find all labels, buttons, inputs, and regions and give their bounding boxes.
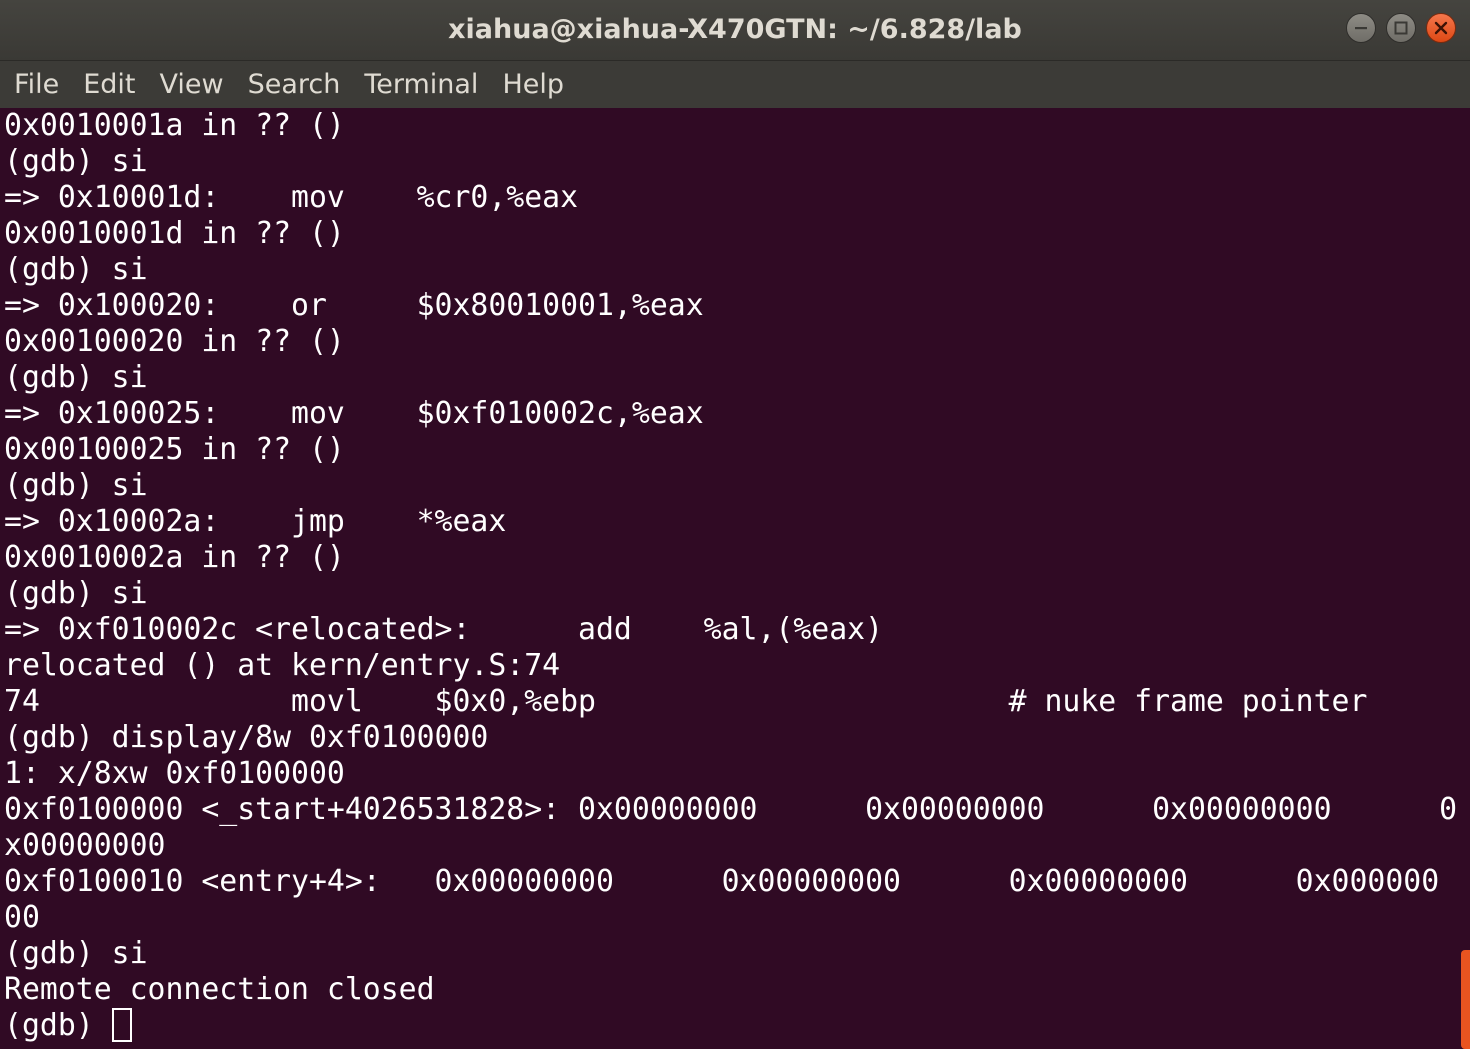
terminal-window: xiahua@xiahua-X470GTN: ~/6.828/lab File … bbox=[0, 0, 1470, 1049]
scrollbar[interactable] bbox=[1458, 108, 1470, 1049]
terminal-line: (gdb) si bbox=[4, 144, 148, 179]
prompt-line[interactable]: (gdb) bbox=[4, 1008, 1458, 1044]
terminal-line: 0x0010001a in ?? () bbox=[4, 108, 345, 143]
menu-help[interactable]: Help bbox=[490, 61, 576, 108]
terminal-line: => 0x10001d: mov %cr0,%eax bbox=[4, 180, 579, 215]
minimize-icon bbox=[1355, 27, 1367, 30]
window-title: xiahua@xiahua-X470GTN: ~/6.828/lab bbox=[448, 14, 1022, 45]
terminal-line: => 0xf010002c <relocated>: add %al,(%eax… bbox=[4, 612, 884, 647]
terminal-line: (gdb) si bbox=[4, 936, 148, 971]
menu-file[interactable]: File bbox=[2, 61, 71, 108]
terminal-output[interactable]: 0x0010001a in ?? () (gdb) si => 0x10001d… bbox=[0, 108, 1458, 1049]
terminal-line: 74 movl $0x0,%ebp # nuke frame pointer bbox=[4, 684, 1368, 719]
terminal-line: 0x0010002a in ?? () bbox=[4, 540, 345, 575]
close-button[interactable] bbox=[1426, 13, 1456, 43]
terminal-line: 0x0010001d in ?? () bbox=[4, 216, 345, 251]
menu-view[interactable]: View bbox=[147, 61, 235, 108]
close-icon bbox=[1434, 21, 1448, 35]
maximize-button[interactable] bbox=[1386, 13, 1416, 43]
text-cursor bbox=[111, 1008, 132, 1042]
terminal-line: x00000000 bbox=[4, 828, 166, 863]
menu-search[interactable]: Search bbox=[236, 61, 353, 108]
terminal-line: Remote connection closed bbox=[4, 972, 435, 1007]
terminal-line: (gdb) si bbox=[4, 360, 148, 395]
menu-bar: File Edit View Search Terminal Help bbox=[0, 61, 1470, 108]
terminal-line: 0xf0100000 <_start+4026531828>: 0x000000… bbox=[4, 792, 1458, 827]
terminal-line: => 0x100025: mov $0xf010002c,%eax bbox=[4, 396, 704, 431]
terminal-line: 0x00100020 in ?? () bbox=[4, 324, 345, 359]
title-bar[interactable]: xiahua@xiahua-X470GTN: ~/6.828/lab bbox=[0, 0, 1470, 61]
menu-terminal[interactable]: Terminal bbox=[352, 61, 490, 108]
terminal-line: 0xf0100010 <entry+4>: 0x00000000 0x00000… bbox=[4, 864, 1440, 899]
menu-edit[interactable]: Edit bbox=[71, 61, 147, 108]
terminal-line: (gdb) si bbox=[4, 468, 148, 503]
minimize-button[interactable] bbox=[1346, 13, 1376, 43]
terminal-line: (gdb) si bbox=[4, 576, 148, 611]
terminal-line: 0x00100025 in ?? () bbox=[4, 432, 345, 467]
gdb-prompt: (gdb) bbox=[4, 1008, 112, 1043]
terminal-line: 00 bbox=[4, 900, 40, 935]
scrollbar-thumb[interactable] bbox=[1461, 950, 1470, 1049]
terminal-line: (gdb) display/8w 0xf0100000 bbox=[4, 720, 489, 755]
terminal-line: 1: x/8xw 0xf0100000 bbox=[4, 756, 345, 791]
terminal-line: relocated () at kern/entry.S:74 bbox=[4, 648, 561, 683]
terminal-line: => 0x100020: or $0x80010001,%eax bbox=[4, 288, 704, 323]
maximize-icon bbox=[1394, 21, 1408, 35]
terminal-line: => 0x10002a: jmp *%eax bbox=[4, 504, 507, 539]
terminal-line: (gdb) si bbox=[4, 252, 148, 287]
